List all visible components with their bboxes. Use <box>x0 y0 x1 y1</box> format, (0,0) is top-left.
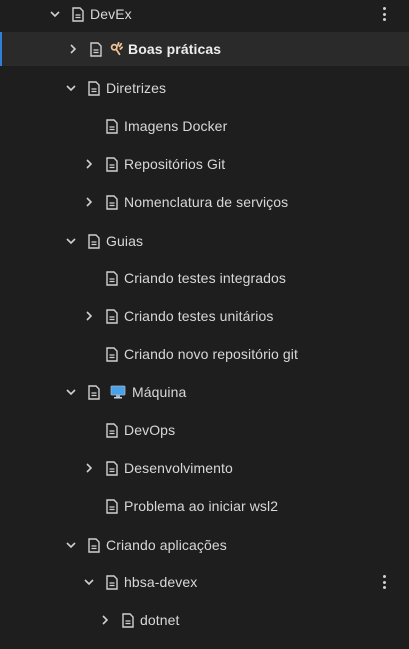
tree-item-maquina[interactable]: Máquina <box>0 375 409 409</box>
document-icon <box>106 422 118 438</box>
document-icon <box>90 41 102 57</box>
chevron-right-icon[interactable] <box>66 42 80 56</box>
tree-item-diretrizes[interactable]: Diretrizes <box>0 71 409 105</box>
tree-item-label: Desenvolvimento <box>124 460 233 476</box>
tree-item-imagens-docker[interactable]: Imagens Docker <box>0 109 409 143</box>
tree-item-desenvolvimento[interactable]: Desenvolvimento <box>0 451 409 485</box>
chevron-right-icon[interactable] <box>82 461 96 475</box>
tree-item-devops[interactable]: DevOps <box>0 413 409 447</box>
document-icon <box>106 118 118 134</box>
document-icon <box>72 6 84 22</box>
tree-item-hbsa-devex[interactable]: hbsa-devex <box>0 565 409 599</box>
document-icon <box>106 574 118 590</box>
tree-item-repositorios-git[interactable]: Repositórios Git <box>0 147 409 181</box>
document-icon <box>106 308 118 324</box>
tree-item-label: dotnet <box>140 612 180 628</box>
tree-item-label: Criando testes integrados <box>124 270 287 286</box>
ok-hand-icon <box>108 41 124 57</box>
chevron-down-icon[interactable] <box>64 234 78 248</box>
tree-item-label: Imagens Docker <box>124 118 228 134</box>
document-icon <box>106 156 118 172</box>
tree-item-criando-novo-repositorio-git[interactable]: Criando novo repositório git <box>0 337 409 371</box>
tree-item-criando-aplicacoes[interactable]: Criando aplicações <box>0 528 409 562</box>
tree-item-dotnet[interactable]: dotnet <box>0 603 409 637</box>
document-icon <box>106 346 118 362</box>
tree-item-label: Criando testes unitários <box>124 308 274 324</box>
document-icon <box>106 498 118 514</box>
tree-item-label: Diretrizes <box>106 80 167 96</box>
document-icon <box>106 194 118 210</box>
document-icon <box>88 80 100 96</box>
chevron-right-icon[interactable] <box>82 195 96 209</box>
page-tree: DevEx Boas práticas Diretrizes Imagens D… <box>0 0 409 649</box>
chevron-down-icon[interactable] <box>82 575 96 589</box>
tree-item-criando-testes-unitarios[interactable]: Criando testes unitários <box>0 299 409 333</box>
chevron-down-icon[interactable] <box>48 7 62 21</box>
tree-item-label: Repositórios Git <box>124 156 226 172</box>
chevron-right-icon[interactable] <box>82 309 96 323</box>
chevron-down-icon[interactable] <box>64 385 78 399</box>
document-icon <box>106 460 118 476</box>
document-icon <box>88 233 100 249</box>
chevron-down-icon[interactable] <box>64 538 78 552</box>
tree-item-label: Criando novo repositório git <box>124 346 299 362</box>
document-icon <box>122 612 134 628</box>
document-icon <box>106 270 118 286</box>
tree-item-label: Máquina <box>132 384 187 400</box>
tree-item-nomenclatura-de-servicos[interactable]: Nomenclatura de serviços <box>0 185 409 219</box>
tree-item-devex[interactable]: DevEx <box>0 0 409 31</box>
tree-item-guias[interactable]: Guias <box>0 224 409 258</box>
more-options-icon[interactable] <box>381 575 387 589</box>
document-icon <box>88 384 100 400</box>
tree-item-label: DevEx <box>90 6 132 22</box>
chevron-right-icon[interactable] <box>98 613 112 627</box>
tree-item-label: Nomenclatura de serviços <box>124 194 289 210</box>
tree-item-label: Problema ao iniciar wsl2 <box>124 498 279 514</box>
tree-item-label: hbsa-devex <box>124 574 198 590</box>
tree-item-label: Criando aplicações <box>106 537 227 553</box>
more-options-icon[interactable] <box>381 7 387 21</box>
tree-item-label: Guias <box>106 233 144 249</box>
tree-item-boas-praticas[interactable]: Boas práticas <box>0 32 409 66</box>
tree-item-problema-ao-iniciar-wsl2[interactable]: Problema ao iniciar wsl2 <box>0 489 409 523</box>
chevron-down-icon[interactable] <box>64 81 78 95</box>
desktop-computer-icon <box>110 384 126 400</box>
document-icon <box>88 537 100 553</box>
tree-item-criando-testes-integrados[interactable]: Criando testes integrados <box>0 261 409 295</box>
tree-item-label: DevOps <box>124 422 176 438</box>
chevron-right-icon[interactable] <box>82 157 96 171</box>
tree-item-label: Boas práticas <box>128 41 222 57</box>
